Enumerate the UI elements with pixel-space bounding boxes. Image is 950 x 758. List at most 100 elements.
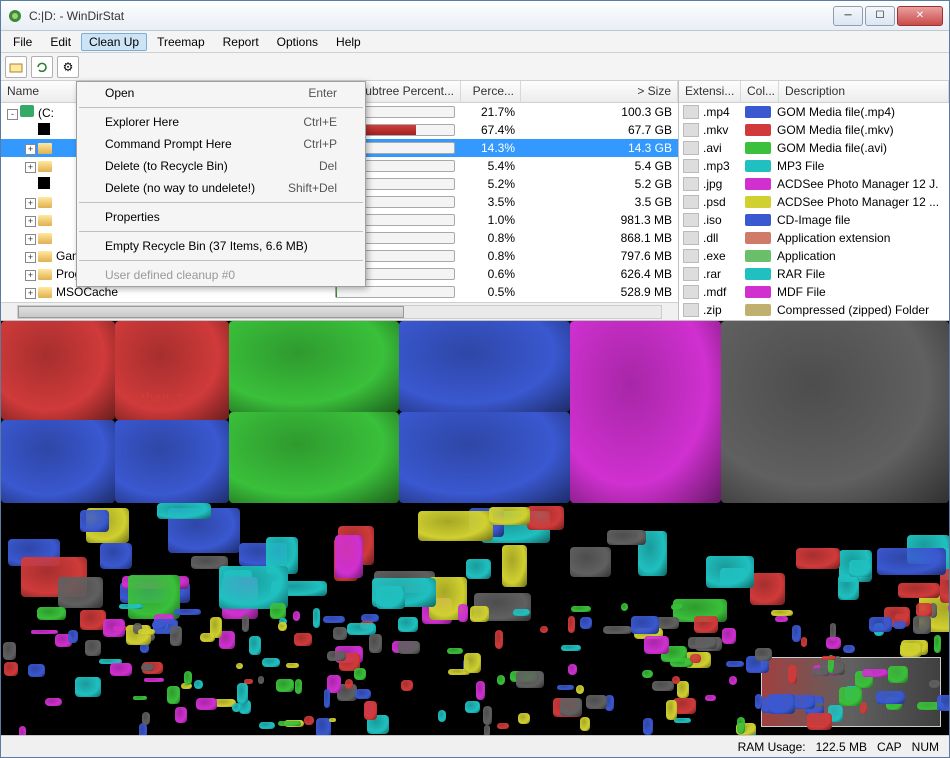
treemap-block[interactable] (826, 637, 841, 650)
treemap-block[interactable] (119, 604, 143, 609)
treemap-block[interactable] (45, 698, 62, 706)
treemap-block[interactable] (807, 713, 832, 730)
treemap-block[interactable] (115, 321, 229, 420)
treemap-block[interactable] (705, 516, 739, 554)
treemap-block[interactable] (898, 583, 940, 598)
treemap-block[interactable] (726, 661, 744, 666)
treemap-block[interactable] (607, 530, 646, 545)
treemap-block[interactable] (313, 608, 320, 628)
treemap-block[interactable] (323, 616, 345, 623)
treemap-block[interactable] (270, 603, 286, 619)
dd-properties[interactable]: Properties (77, 206, 365, 228)
ext-row[interactable]: .aviGOM Media file(.avi) (679, 139, 949, 157)
treemap-block[interactable] (706, 556, 755, 589)
treemap-block[interactable] (476, 681, 485, 700)
treemap-block[interactable] (466, 559, 492, 580)
treemap-block[interactable] (345, 679, 353, 689)
treemap-block[interactable] (81, 655, 87, 669)
treemap-block[interactable] (849, 560, 873, 578)
treemap-block[interactable] (15, 619, 28, 632)
treemap-block[interactable] (229, 412, 400, 503)
treemap-block[interactable] (642, 670, 653, 678)
treemap-block[interactable] (722, 628, 736, 644)
treemap-block[interactable] (750, 573, 785, 605)
treemap-block[interactable] (636, 647, 654, 660)
treemap-block[interactable] (329, 718, 336, 723)
menu-treemap[interactable]: Treemap (149, 33, 213, 51)
treemap-block[interactable] (771, 610, 794, 616)
treemap-block[interactable] (103, 619, 125, 637)
treemap-block[interactable] (527, 506, 564, 530)
treemap-block[interactable] (497, 675, 506, 685)
treemap-block[interactable] (495, 630, 503, 649)
treemap-block[interactable] (838, 575, 860, 600)
treemap-block[interactable] (816, 703, 824, 707)
ext-row[interactable]: .sysSystem file (679, 319, 949, 320)
treemap-block[interactable] (418, 511, 492, 542)
treemap-block[interactable] (470, 606, 489, 622)
treemap-block[interactable] (458, 604, 468, 622)
col-ext[interactable]: Extensi... (679, 81, 741, 102)
treemap-block[interactable] (568, 664, 576, 675)
treemap-block[interactable] (528, 560, 554, 585)
treemap-block[interactable] (115, 420, 229, 503)
treemap-block[interactable] (175, 707, 188, 723)
treemap-block[interactable] (258, 676, 264, 684)
treemap-block[interactable] (184, 671, 192, 686)
treemap-block[interactable] (796, 548, 840, 569)
treemap-block[interactable] (293, 611, 300, 621)
expand-toggle[interactable]: + (25, 216, 36, 227)
treemap-block[interactable] (139, 723, 147, 735)
treemap-block[interactable] (1, 321, 115, 420)
treemap-block[interactable] (242, 615, 249, 632)
treemap-block[interactable] (333, 627, 347, 640)
ext-row[interactable]: .psdACDSee Photo Manager 12 ... (679, 193, 949, 211)
treemap-block[interactable] (138, 629, 155, 636)
treemap-block[interactable] (666, 700, 677, 720)
treemap-block[interactable] (196, 698, 217, 710)
expand-toggle[interactable]: + (25, 270, 36, 281)
close-button[interactable]: ✕ (897, 6, 943, 26)
treemap-block[interactable] (335, 535, 363, 578)
expand-toggle[interactable]: + (25, 288, 36, 299)
maximize-button[interactable]: ☐ (865, 6, 895, 26)
treemap-block[interactable] (768, 694, 795, 714)
menu-file[interactable]: File (5, 33, 40, 51)
treemap-block[interactable] (229, 321, 400, 412)
treemap-block[interactable] (900, 643, 922, 656)
treemap-block[interactable] (929, 680, 941, 688)
treemap-block[interactable] (465, 701, 481, 713)
col-desc[interactable]: Description (779, 81, 949, 102)
treemap-block[interactable] (586, 695, 607, 709)
dd-delete-no-way-to-undelet[interactable]: Delete (no way to undelete!)Shift+Del (77, 177, 365, 199)
treemap-block[interactable] (775, 616, 788, 621)
treemap-block[interactable] (643, 718, 653, 735)
treemap-block[interactable] (631, 616, 660, 634)
treemap-block[interactable] (249, 636, 261, 655)
refresh-button[interactable] (31, 56, 53, 78)
treemap-block[interactable] (28, 664, 44, 677)
menu-help[interactable]: Help (328, 33, 369, 51)
treemap-block[interactable] (141, 664, 153, 671)
col-color[interactable]: Col... (741, 81, 779, 102)
treemap-block[interactable] (888, 666, 908, 683)
treemap-block[interactable] (822, 656, 837, 660)
treemap-block[interactable] (295, 679, 302, 694)
treemap-block[interactable] (276, 679, 295, 691)
treemap-block[interactable] (438, 710, 446, 722)
treemap-block[interactable] (893, 621, 906, 629)
ext-row[interactable]: .isoCD-Image file (679, 211, 949, 229)
treemap-block[interactable] (427, 652, 452, 672)
ext-row[interactable]: .dllApplication extension (679, 229, 949, 247)
treemap-block[interactable] (774, 672, 787, 690)
treemap-block[interactable] (516, 671, 544, 687)
treemap-block[interactable] (793, 695, 815, 709)
treemap-view[interactable]: yinghezhan.com (1, 321, 949, 735)
treemap-block[interactable] (68, 630, 77, 643)
treemap-block[interactable] (37, 607, 66, 620)
treemap-block[interactable] (399, 412, 570, 503)
treemap-block[interactable] (278, 622, 287, 631)
treemap-block[interactable] (568, 616, 575, 634)
treemap-block[interactable] (705, 695, 716, 702)
treemap-block[interactable] (140, 643, 148, 653)
